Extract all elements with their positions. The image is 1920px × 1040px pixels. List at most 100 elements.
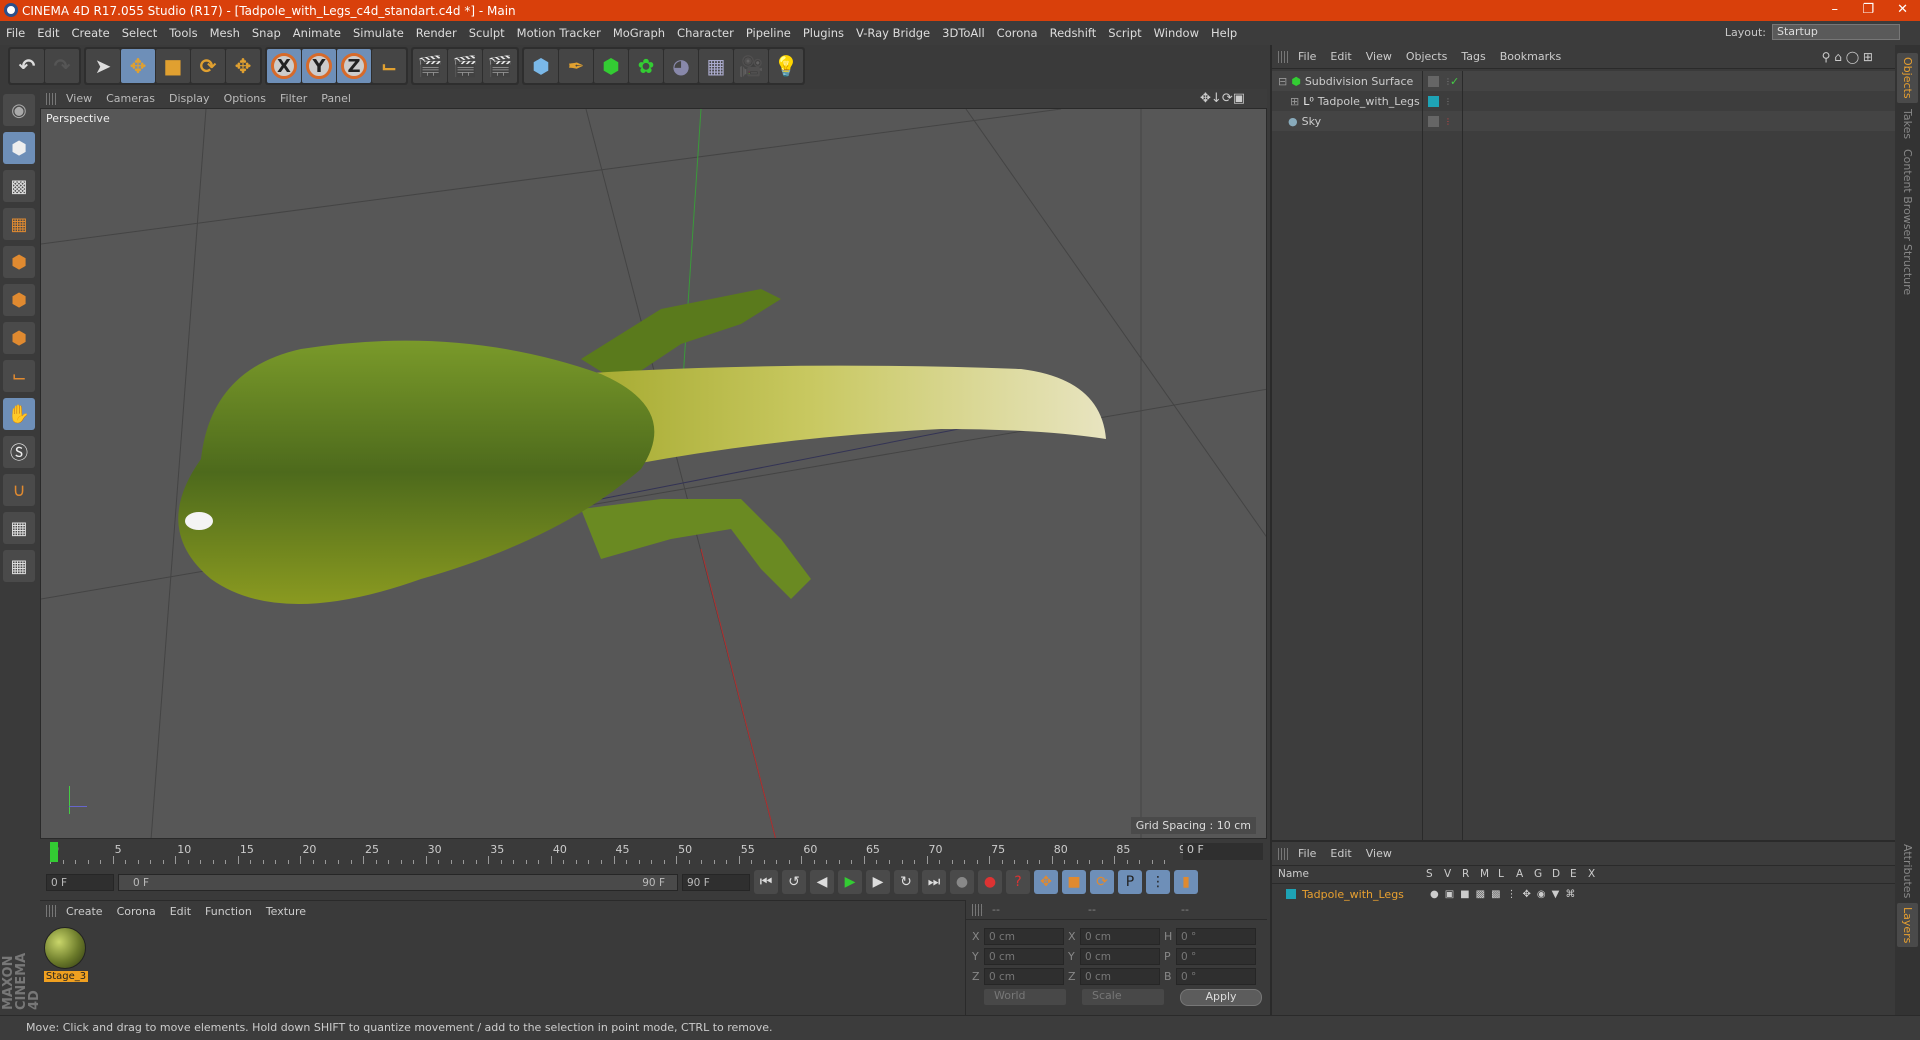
tab-content-browser[interactable]: Content Browser (1897, 145, 1918, 245)
layer-toggle-icons[interactable]: ●▣■▩▩⋮✥◉▼⌘ (1430, 889, 1581, 900)
menu-vray-bridge[interactable]: V-Ray Bridge (856, 26, 930, 40)
menu-character[interactable]: Character (677, 26, 734, 40)
timeline-ruler[interactable]: 051015202530354045505560657075808590 0 F (40, 840, 1267, 864)
menu-window[interactable]: Window (1154, 26, 1199, 40)
collapse-icon[interactable]: ⊟ (1278, 75, 1287, 88)
rotation-p-input[interactable]: 0 ° (1176, 948, 1256, 965)
model-mode-icon[interactable]: ⬢ (3, 132, 35, 164)
key-rotation-icon[interactable]: ⟳ (1090, 870, 1114, 894)
transform-icon[interactable]: ✥ (226, 49, 260, 83)
go-to-end-icon[interactable]: ⏭ (922, 870, 946, 894)
key-scale-icon[interactable]: ■ (1062, 870, 1086, 894)
scale-icon[interactable]: ■ (156, 49, 190, 83)
menu-plugins[interactable]: Plugins (803, 26, 844, 40)
layer-icon[interactable] (1428, 75, 1439, 87)
pen-spline-icon[interactable]: ✒ (559, 49, 593, 83)
generators-column-header[interactable]: G (1534, 868, 1542, 880)
menu-motion-tracker[interactable]: Motion Tracker (517, 26, 601, 40)
object-row-sky[interactable]: ● Sky ⋮ (1272, 111, 1895, 131)
position-x-input[interactable]: 0 cm (984, 928, 1064, 945)
tweak-icon[interactable]: ✋ (3, 398, 35, 430)
sculpt-icon[interactable]: ◉ (3, 94, 35, 126)
play-icon[interactable]: ▶ (838, 870, 862, 894)
ruler-ticks[interactable]: 051015202530354045505560657075808590 (50, 840, 1193, 864)
deformer-icon[interactable]: ◕ (664, 49, 698, 83)
menu-render[interactable]: Render (416, 26, 457, 40)
viewport-menu-cameras[interactable]: Cameras (106, 92, 155, 105)
viewport-nav-icons[interactable]: ✥↓⟳▣ (1200, 91, 1245, 106)
viewport-menu-panel[interactable]: Panel (321, 92, 351, 105)
menu-mesh[interactable]: Mesh (210, 26, 240, 40)
key-points-icon[interactable]: ⋮ (1146, 870, 1170, 894)
layers-menu-edit[interactable]: Edit (1330, 847, 1351, 860)
menu-snap[interactable]: Snap (252, 26, 281, 40)
render-picture-viewer-icon[interactable]: 🎬 (448, 49, 482, 83)
solo-column-header[interactable]: S (1426, 868, 1433, 880)
panel-grip-icon[interactable] (46, 905, 58, 917)
menu-mograph[interactable]: MoGraph (613, 26, 665, 40)
timeline-window-icon[interactable]: ▮ (1174, 870, 1198, 894)
render-settings-icon[interactable]: 🎬 (483, 49, 517, 83)
menu-3dtoall[interactable]: 3DToAll (942, 26, 985, 40)
enabled-check-icon[interactable]: ✓ (1450, 75, 1459, 88)
workplane-icon[interactable]: ▦ (3, 208, 35, 240)
edges-mode-icon[interactable]: ⬢ (3, 284, 35, 316)
previous-frame-icon[interactable]: ◀ (810, 870, 834, 894)
menu-simulate[interactable]: Simulate (353, 26, 404, 40)
objects-menu-edit[interactable]: Edit (1330, 50, 1351, 63)
panel-grip-icon[interactable] (46, 93, 58, 105)
material-menu-edit[interactable]: Edit (170, 905, 191, 918)
expand-icon[interactable]: ⊞ (1290, 95, 1299, 108)
layer-icon[interactable] (1428, 115, 1439, 127)
polygons-mode-icon[interactable]: ⬢ (3, 322, 35, 354)
panel-grip-icon[interactable] (1278, 51, 1290, 63)
menu-tools[interactable]: Tools (169, 26, 197, 40)
name-column-header[interactable]: Name (1278, 868, 1309, 880)
axis-mode-icon[interactable]: ⌙ (3, 360, 35, 392)
next-frame-icon[interactable]: ▶ (866, 870, 890, 894)
menu-sculpt[interactable]: Sculpt (469, 26, 505, 40)
menu-help[interactable]: Help (1211, 26, 1237, 40)
record-disabled-icon[interactable]: ● (950, 870, 974, 894)
locked-column-header[interactable]: L (1498, 868, 1504, 880)
viewport-menu-options[interactable]: Options (224, 92, 266, 105)
xref-column-header[interactable]: X (1588, 868, 1595, 880)
tab-layers[interactable]: Layers (1897, 903, 1918, 948)
size-z-input[interactable]: 0 cm (1080, 968, 1160, 985)
position-z-input[interactable]: 0 cm (984, 968, 1064, 985)
record-active-icon[interactable]: ● (978, 870, 1002, 894)
size-y-input[interactable]: 0 cm (1080, 948, 1160, 965)
layers-menu-view[interactable]: View (1366, 847, 1392, 860)
size-x-input[interactable]: 0 cm (1080, 928, 1160, 945)
render-view-icon[interactable]: 🎬 (413, 49, 447, 83)
layer-color-icon[interactable] (1428, 95, 1439, 107)
expressions-column-header[interactable]: E (1570, 868, 1577, 880)
camera-icon[interactable]: 🎥 (734, 49, 768, 83)
layout-dropdown[interactable]: Startup (1772, 24, 1900, 40)
menu-create[interactable]: Create (72, 26, 110, 40)
menu-file[interactable]: File (6, 26, 25, 40)
viewport-menu-view[interactable]: View (66, 92, 92, 105)
snap-settings-icon[interactable]: ▦ (3, 550, 35, 582)
animation-column-header[interactable]: A (1516, 868, 1523, 880)
object-row-subdivision-surface[interactable]: ⊟ ⬢ Subdivision Surface ⋮ ✓ (1272, 71, 1895, 91)
frame-range-slider[interactable]: 0 F 90 F (118, 873, 678, 891)
snap-lock-icon[interactable]: ▦ (3, 512, 35, 544)
manager-column-header[interactable]: M (1480, 868, 1489, 880)
points-mode-icon[interactable]: ⬢ (3, 246, 35, 278)
menu-animate[interactable]: Animate (293, 26, 341, 40)
menu-edit[interactable]: Edit (37, 26, 59, 40)
panel-grip-icon[interactable] (1278, 848, 1290, 860)
key-param-icon[interactable]: P (1118, 870, 1142, 894)
menu-corona[interactable]: Corona (997, 26, 1038, 40)
current-frame-field[interactable]: 0 F (1183, 843, 1263, 860)
go-to-start-icon[interactable]: ⏮ (754, 870, 778, 894)
render-column-header[interactable]: R (1462, 868, 1469, 880)
magnet-icon[interactable]: ∪ (3, 474, 35, 506)
previous-key-icon[interactable]: ↺ (782, 870, 806, 894)
search-icon[interactable]: ⚲ ⌂ ◯ ⊞ (1822, 50, 1873, 64)
material-menu-create[interactable]: Create (66, 905, 103, 918)
z-axis-button[interactable]: Z (337, 49, 371, 83)
menu-redshift[interactable]: Redshift (1050, 26, 1097, 40)
objects-menu-bookmarks[interactable]: Bookmarks (1500, 50, 1561, 63)
